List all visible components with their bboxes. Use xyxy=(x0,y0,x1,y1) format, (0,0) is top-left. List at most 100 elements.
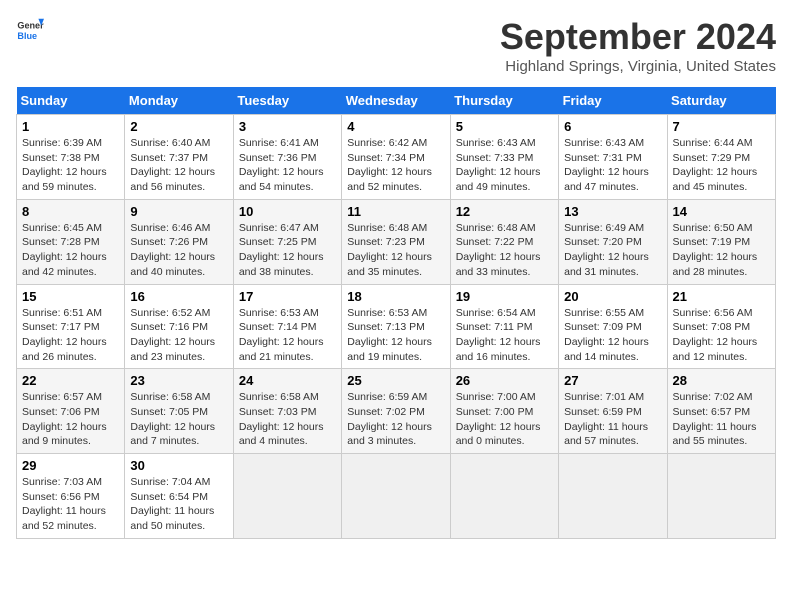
day-info: Sunrise: 6:46 AM Sunset: 7:26 PM Dayligh… xyxy=(130,221,227,280)
calendar-cell: 13 Sunrise: 6:49 AM Sunset: 7:20 PM Dayli… xyxy=(559,199,667,284)
calendar-cell: 20 Sunrise: 6:55 AM Sunset: 7:09 PM Dayli… xyxy=(559,284,667,369)
day-number: 8 xyxy=(22,204,119,219)
day-info: Sunrise: 6:58 AM Sunset: 7:03 PM Dayligh… xyxy=(239,390,336,449)
day-number: 14 xyxy=(673,204,770,219)
day-info: Sunrise: 6:55 AM Sunset: 7:09 PM Dayligh… xyxy=(564,306,661,365)
day-number: 20 xyxy=(564,289,661,304)
day-info: Sunrise: 6:48 AM Sunset: 7:23 PM Dayligh… xyxy=(347,221,444,280)
col-header-wednesday: Wednesday xyxy=(342,87,450,115)
calendar-cell: 24 Sunrise: 6:58 AM Sunset: 7:03 PM Dayli… xyxy=(233,369,341,454)
calendar-cell: 22Sunrise: 6:57 AM Sunset: 7:06 PM Dayli… xyxy=(17,369,125,454)
calendar-week-1: 1 Sunrise: 6:39 AM Sunset: 7:38 PM Daylig… xyxy=(17,115,776,200)
calendar-cell: 19 Sunrise: 6:54 AM Sunset: 7:11 PM Dayli… xyxy=(450,284,558,369)
col-header-thursday: Thursday xyxy=(450,87,558,115)
day-info: Sunrise: 6:48 AM Sunset: 7:22 PM Dayligh… xyxy=(456,221,553,280)
calendar-cell xyxy=(450,454,558,539)
day-number: 26 xyxy=(456,373,553,388)
svg-text:Blue: Blue xyxy=(17,31,37,41)
day-info: Sunrise: 6:51 AM Sunset: 7:17 PM Dayligh… xyxy=(22,306,119,365)
day-number: 27 xyxy=(564,373,661,388)
month-title: September 2024 xyxy=(500,16,776,58)
calendar-cell xyxy=(667,454,775,539)
location-title: Highland Springs, Virginia, United State… xyxy=(500,58,776,75)
calendar-body: 1 Sunrise: 6:39 AM Sunset: 7:38 PM Daylig… xyxy=(17,115,776,539)
day-number: 17 xyxy=(239,289,336,304)
day-number: 3 xyxy=(239,119,336,134)
calendar-cell: 10 Sunrise: 6:47 AM Sunset: 7:25 PM Dayli… xyxy=(233,199,341,284)
calendar-cell: 6 Sunrise: 6:43 AM Sunset: 7:31 PM Daylig… xyxy=(559,115,667,200)
day-number: 1 xyxy=(22,119,119,134)
day-info: Sunrise: 6:52 AM Sunset: 7:16 PM Dayligh… xyxy=(130,306,227,365)
calendar-week-4: 22Sunrise: 6:57 AM Sunset: 7:06 PM Dayli… xyxy=(17,369,776,454)
calendar-cell: 11 Sunrise: 6:48 AM Sunset: 7:23 PM Dayli… xyxy=(342,199,450,284)
day-info: Sunrise: 6:40 AM Sunset: 7:37 PM Dayligh… xyxy=(130,136,227,195)
calendar-cell: 26 Sunrise: 7:00 AM Sunset: 7:00 PM Dayli… xyxy=(450,369,558,454)
col-header-sunday: Sunday xyxy=(17,87,125,115)
day-info: Sunrise: 6:58 AM Sunset: 7:05 PM Dayligh… xyxy=(130,390,227,449)
calendar-cell: 16 Sunrise: 6:52 AM Sunset: 7:16 PM Dayli… xyxy=(125,284,233,369)
calendar-table: SundayMondayTuesdayWednesdayThursdayFrid… xyxy=(16,87,776,539)
day-number: 12 xyxy=(456,204,553,219)
day-info: Sunrise: 6:41 AM Sunset: 7:36 PM Dayligh… xyxy=(239,136,336,195)
calendar-cell: 2 Sunrise: 6:40 AM Sunset: 7:37 PM Daylig… xyxy=(125,115,233,200)
calendar-cell: 5Sunrise: 6:43 AM Sunset: 7:33 PM Daylig… xyxy=(450,115,558,200)
day-number: 7 xyxy=(673,119,770,134)
day-number: 24 xyxy=(239,373,336,388)
day-info: Sunrise: 6:43 AM Sunset: 7:31 PM Dayligh… xyxy=(564,136,661,195)
day-number: 19 xyxy=(456,289,553,304)
calendar-cell: 29Sunrise: 7:03 AM Sunset: 6:56 PM Dayli… xyxy=(17,454,125,539)
calendar-cell xyxy=(559,454,667,539)
day-number: 16 xyxy=(130,289,227,304)
day-info: Sunrise: 6:54 AM Sunset: 7:11 PM Dayligh… xyxy=(456,306,553,365)
calendar-cell: 9 Sunrise: 6:46 AM Sunset: 7:26 PM Daylig… xyxy=(125,199,233,284)
day-info: Sunrise: 6:50 AM Sunset: 7:19 PM Dayligh… xyxy=(673,221,770,280)
logo: General Blue xyxy=(16,16,44,44)
day-info: Sunrise: 6:53 AM Sunset: 7:14 PM Dayligh… xyxy=(239,306,336,365)
day-number: 18 xyxy=(347,289,444,304)
calendar-cell: 25 Sunrise: 6:59 AM Sunset: 7:02 PM Dayli… xyxy=(342,369,450,454)
day-number: 15 xyxy=(22,289,119,304)
day-number: 29 xyxy=(22,458,119,473)
calendar-cell: 14 Sunrise: 6:50 AM Sunset: 7:19 PM Dayli… xyxy=(667,199,775,284)
calendar-cell: 7 Sunrise: 6:44 AM Sunset: 7:29 PM Daylig… xyxy=(667,115,775,200)
calendar-cell: 27Sunrise: 7:01 AM Sunset: 6:59 PM Dayli… xyxy=(559,369,667,454)
day-number: 9 xyxy=(130,204,227,219)
calendar-cell: 3 Sunrise: 6:41 AM Sunset: 7:36 PM Daylig… xyxy=(233,115,341,200)
day-info: Sunrise: 7:04 AM Sunset: 6:54 PM Dayligh… xyxy=(130,475,227,534)
calendar-cell xyxy=(342,454,450,539)
day-info: Sunrise: 6:56 AM Sunset: 7:08 PM Dayligh… xyxy=(673,306,770,365)
calendar-week-5: 29Sunrise: 7:03 AM Sunset: 6:56 PM Dayli… xyxy=(17,454,776,539)
calendar-cell: 30 Sunrise: 7:04 AM Sunset: 6:54 PM Dayli… xyxy=(125,454,233,539)
day-info: Sunrise: 6:45 AM Sunset: 7:28 PM Dayligh… xyxy=(22,221,119,280)
day-number: 10 xyxy=(239,204,336,219)
day-number: 13 xyxy=(564,204,661,219)
calendar-cell: 4Sunrise: 6:42 AM Sunset: 7:34 PM Daylig… xyxy=(342,115,450,200)
calendar-cell: 15 Sunrise: 6:51 AM Sunset: 7:17 PM Dayli… xyxy=(17,284,125,369)
day-info: Sunrise: 7:02 AM Sunset: 6:57 PM Dayligh… xyxy=(673,390,770,449)
day-number: 11 xyxy=(347,204,444,219)
day-info: Sunrise: 6:59 AM Sunset: 7:02 PM Dayligh… xyxy=(347,390,444,449)
day-number: 5 xyxy=(456,119,553,134)
calendar-cell: 17 Sunrise: 6:53 AM Sunset: 7:14 PM Dayli… xyxy=(233,284,341,369)
calendar-cell: 28Sunrise: 7:02 AM Sunset: 6:57 PM Dayli… xyxy=(667,369,775,454)
calendar-cell: 8 Sunrise: 6:45 AM Sunset: 7:28 PM Daylig… xyxy=(17,199,125,284)
calendar-week-2: 8 Sunrise: 6:45 AM Sunset: 7:28 PM Daylig… xyxy=(17,199,776,284)
day-info: Sunrise: 6:39 AM Sunset: 7:38 PM Dayligh… xyxy=(22,136,119,195)
day-number: 6 xyxy=(564,119,661,134)
calendar-cell: 23 Sunrise: 6:58 AM Sunset: 7:05 PM Dayli… xyxy=(125,369,233,454)
day-number: 23 xyxy=(130,373,227,388)
day-info: Sunrise: 6:53 AM Sunset: 7:13 PM Dayligh… xyxy=(347,306,444,365)
day-number: 25 xyxy=(347,373,444,388)
day-info: Sunrise: 6:57 AM Sunset: 7:06 PM Dayligh… xyxy=(22,390,119,449)
day-info: Sunrise: 7:00 AM Sunset: 7:00 PM Dayligh… xyxy=(456,390,553,449)
col-header-friday: Friday xyxy=(559,87,667,115)
day-number: 30 xyxy=(130,458,227,473)
day-number: 2 xyxy=(130,119,227,134)
day-info: Sunrise: 6:47 AM Sunset: 7:25 PM Dayligh… xyxy=(239,221,336,280)
day-info: Sunrise: 6:49 AM Sunset: 7:20 PM Dayligh… xyxy=(564,221,661,280)
logo-icon: General Blue xyxy=(16,16,44,44)
day-info: Sunrise: 6:42 AM Sunset: 7:34 PM Dayligh… xyxy=(347,136,444,195)
calendar-week-3: 15 Sunrise: 6:51 AM Sunset: 7:17 PM Dayli… xyxy=(17,284,776,369)
page-header: General Blue September 2024 Highland Spr… xyxy=(16,16,776,75)
day-info: Sunrise: 6:44 AM Sunset: 7:29 PM Dayligh… xyxy=(673,136,770,195)
